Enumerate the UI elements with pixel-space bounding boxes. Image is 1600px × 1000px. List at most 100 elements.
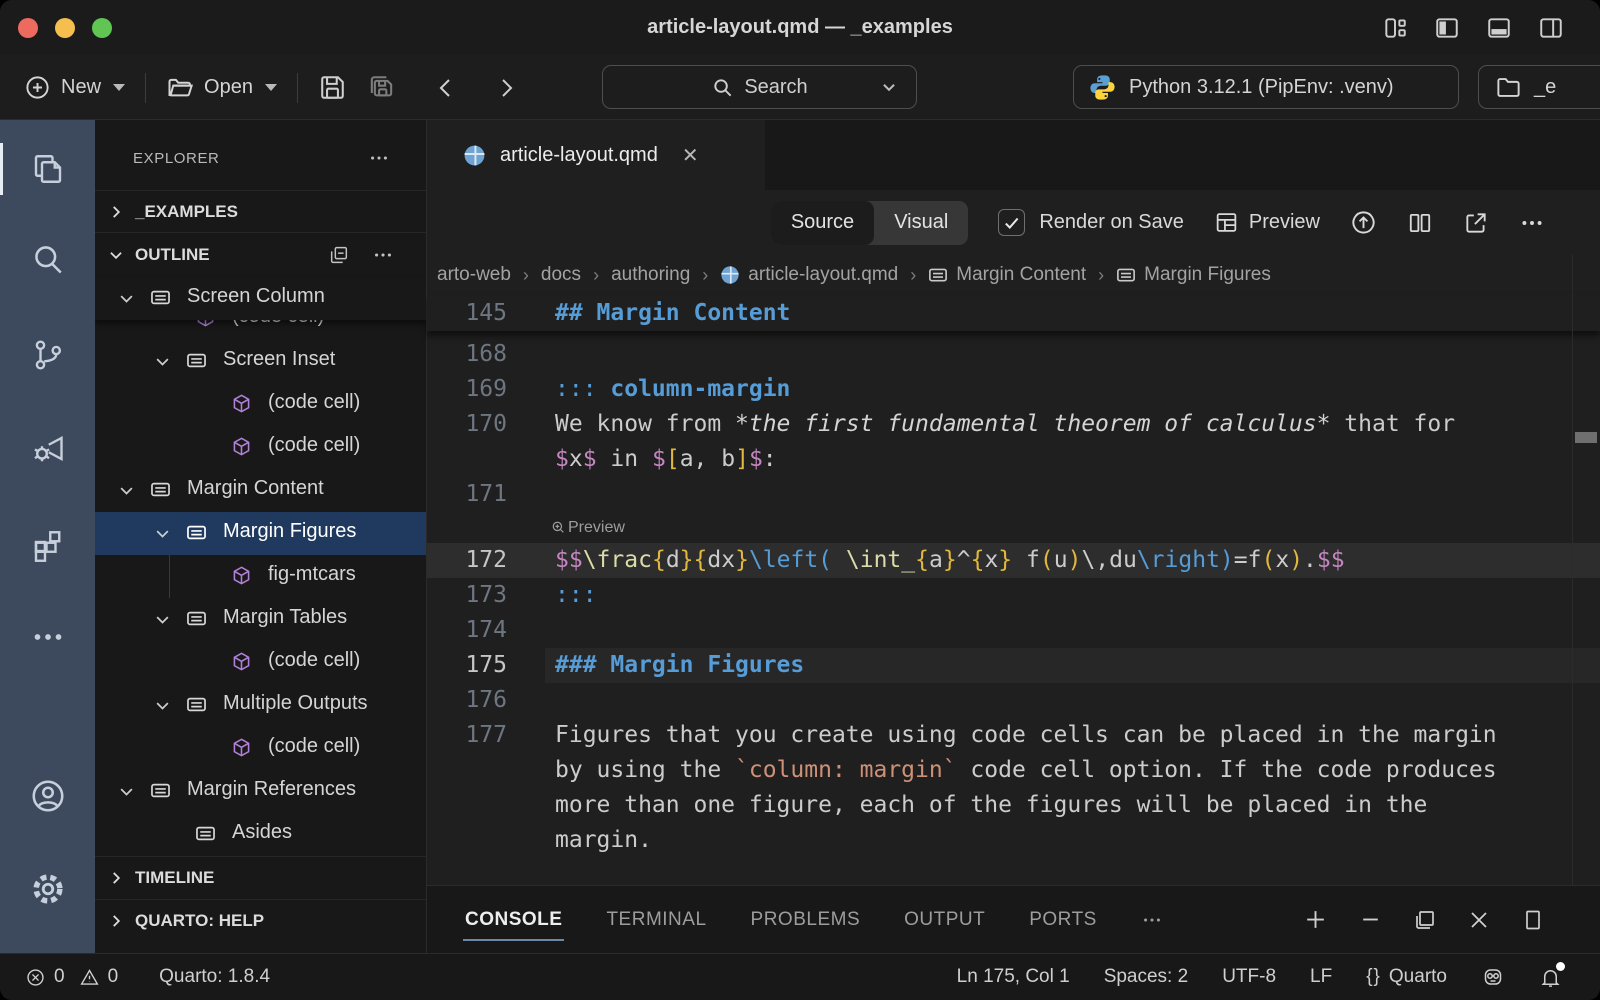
toggle-left-sidebar-icon[interactable] <box>1434 15 1460 41</box>
preview-button[interactable]: Preview <box>1214 210 1320 235</box>
sidebar-section-quarto-help[interactable]: QUARTO: HELP <box>95 899 426 942</box>
sidebar-section-outline[interactable]: OUTLINE <box>95 232 426 277</box>
quarto-file-icon <box>720 265 740 285</box>
panel-tab-terminal[interactable]: TERMINAL <box>606 886 706 953</box>
breadcrumb-item-symbol[interactable]: Margin Content <box>928 264 1086 286</box>
outline-item-fig-mtcars[interactable]: fig-mtcars <box>95 555 427 598</box>
sticky-scroll-row[interactable]: 145 ## Margin Content <box>427 295 1600 331</box>
explorer-more-icon[interactable] <box>368 147 390 169</box>
outline-item-margin-figures-selected[interactable]: Margin Figures <box>95 512 427 555</box>
outline-item-code-cell[interactable]: (code cell) <box>95 383 427 426</box>
editor-tab-bar: article-layout.qmd ✕ <box>427 120 1600 190</box>
cursor-position-status[interactable]: Ln 175, Col 1 <box>957 966 1070 988</box>
restore-panel-icon[interactable] <box>1413 908 1437 932</box>
search-activity-icon[interactable] <box>0 231 95 287</box>
outline-item-multiple-outputs[interactable]: Multiple Outputs <box>95 684 427 727</box>
breadcrumb-item[interactable]: arto-web <box>437 264 511 286</box>
close-panel-icon[interactable] <box>1467 908 1491 932</box>
indentation-status[interactable]: Spaces: 2 <box>1104 966 1189 988</box>
encoding-status[interactable]: UTF-8 <box>1222 966 1276 988</box>
outline-item-code-cell[interactable]: (code cell) <box>95 727 427 770</box>
panel-tabs-more-icon[interactable] <box>1141 886 1163 953</box>
open-in-new-window-icon[interactable] <box>1463 210 1489 236</box>
sidebar-section-timeline[interactable]: TIMELINE <box>95 856 426 899</box>
forward-button[interactable] <box>494 76 518 100</box>
interpreter-selector[interactable]: Python 3.12.1 (PipEnv: .venv) <box>1073 65 1459 109</box>
outline-item-margin-references[interactable]: Margin References <box>95 770 427 813</box>
chevron-right-icon <box>107 869 125 887</box>
notifications-bell-icon[interactable] <box>1539 966 1562 989</box>
breadcrumb-item-file[interactable]: article-layout.qmd <box>720 264 898 286</box>
open-button[interactable]: Open <box>166 74 277 102</box>
language-mode-status[interactable]: {} Quarto <box>1366 966 1447 988</box>
math-line-highlighted: 172$$\frac{d}{dx}\left( \int_{a}^{x} f(u… <box>427 543 1600 578</box>
extensions-activity-icon[interactable] <box>0 517 95 573</box>
line-number: 176 <box>427 683 507 718</box>
code-line: by using the `column: margin` code cell … <box>555 753 1497 788</box>
outline-item-screen-inset[interactable]: Screen Inset <box>95 340 427 383</box>
render-document-icon[interactable] <box>1350 209 1377 236</box>
error-icon <box>25 967 46 988</box>
symbol-field-icon <box>928 265 948 285</box>
panel-tab-console[interactable]: CONSOLE <box>465 886 562 953</box>
account-icon[interactable] <box>0 768 95 824</box>
outline-more-icon[interactable] <box>372 244 394 266</box>
breadcrumb-item[interactable]: authoring <box>611 264 690 286</box>
visual-mode-button[interactable]: Visual <box>874 201 968 245</box>
eol-status[interactable]: LF <box>1310 966 1332 988</box>
quarto-version-status[interactable]: Quarto: 1.8.4 <box>159 966 270 988</box>
breadcrumb-item[interactable]: docs <box>541 264 581 286</box>
outline-item-margin-tables[interactable]: Margin Tables <box>95 598 427 641</box>
outline-item-margin-content[interactable]: Margin Content <box>95 469 427 512</box>
search-icon <box>711 76 734 99</box>
problems-status[interactable]: 0 0 <box>25 966 118 988</box>
customize-layout-icon[interactable] <box>1382 15 1408 41</box>
breadcrumb-item-symbol[interactable]: Margin Figures <box>1116 264 1271 286</box>
code-cell-cube-icon <box>231 651 252 672</box>
split-editor-icon[interactable] <box>1407 210 1433 236</box>
save-all-button[interactable] <box>367 73 396 102</box>
code-editor[interactable]: 168 169::: column-margin 170We know from… <box>427 295 1600 885</box>
sidebar-section-examples[interactable]: _EXAMPLES <box>95 190 426 233</box>
vertical-scrollbar-thumb[interactable] <box>1575 432 1597 443</box>
explorer-activity-icon[interactable] <box>0 141 95 197</box>
new-button[interactable]: New <box>24 74 125 101</box>
math-preview-codelens[interactable]: Preview <box>551 513 625 541</box>
symbol-field-icon <box>186 522 207 543</box>
settings-gear-icon[interactable] <box>0 861 95 917</box>
save-button[interactable] <box>318 73 347 102</box>
explorer-sidebar: EXPLORER _EXAMPLES OUTLINE (code cell) S… <box>95 120 427 953</box>
new-console-plus-icon[interactable] <box>1303 907 1328 932</box>
feedback-robot-icon[interactable] <box>1481 965 1505 989</box>
minimize-panel-icon[interactable] <box>1358 907 1383 932</box>
editor-more-actions-icon[interactable] <box>1519 210 1545 236</box>
outline-item-code-cell[interactable]: (code cell) <box>95 641 427 684</box>
activity-bar <box>0 120 95 953</box>
panel-tab-ports[interactable]: PORTS <box>1029 886 1097 953</box>
outline-item-asides[interactable]: Asides <box>95 813 427 856</box>
render-on-save-label: Render on Save <box>1039 211 1184 234</box>
panel-tab-output[interactable]: OUTPUT <box>904 886 985 953</box>
outline-item-screen-column[interactable]: Screen Column <box>95 277 427 320</box>
toggle-right-sidebar-icon[interactable] <box>1538 15 1564 41</box>
source-control-activity-icon[interactable] <box>0 327 95 383</box>
more-activity-icon[interactable] <box>0 609 95 665</box>
tab-close-icon[interactable]: ✕ <box>682 143 699 168</box>
search-input[interactable]: Search <box>602 65 917 109</box>
source-mode-button[interactable]: Source <box>771 201 874 245</box>
warning-icon <box>79 967 100 988</box>
editor-tab-article-layout[interactable]: article-layout.qmd ✕ <box>427 120 765 190</box>
render-on-save-checkbox[interactable] <box>998 209 1025 236</box>
project-folder-button[interactable]: _e <box>1478 65 1600 109</box>
panel-layout-icon[interactable] <box>1521 908 1545 932</box>
panel-tab-problems[interactable]: PROBLEMS <box>751 886 861 953</box>
run-debug-activity-icon[interactable] <box>0 422 95 478</box>
chevron-down-icon <box>153 610 172 629</box>
outline-item-code-cell[interactable]: (code cell) <box>95 426 427 469</box>
back-button[interactable] <box>434 76 458 100</box>
toggle-bottom-panel-icon[interactable] <box>1486 15 1512 41</box>
collapse-all-icon[interactable] <box>328 244 350 266</box>
render-on-save-control[interactable]: Render on Save <box>998 209 1184 236</box>
code-cell-cube-icon <box>231 737 252 758</box>
scrollbar-gutter-border <box>1572 255 1573 885</box>
